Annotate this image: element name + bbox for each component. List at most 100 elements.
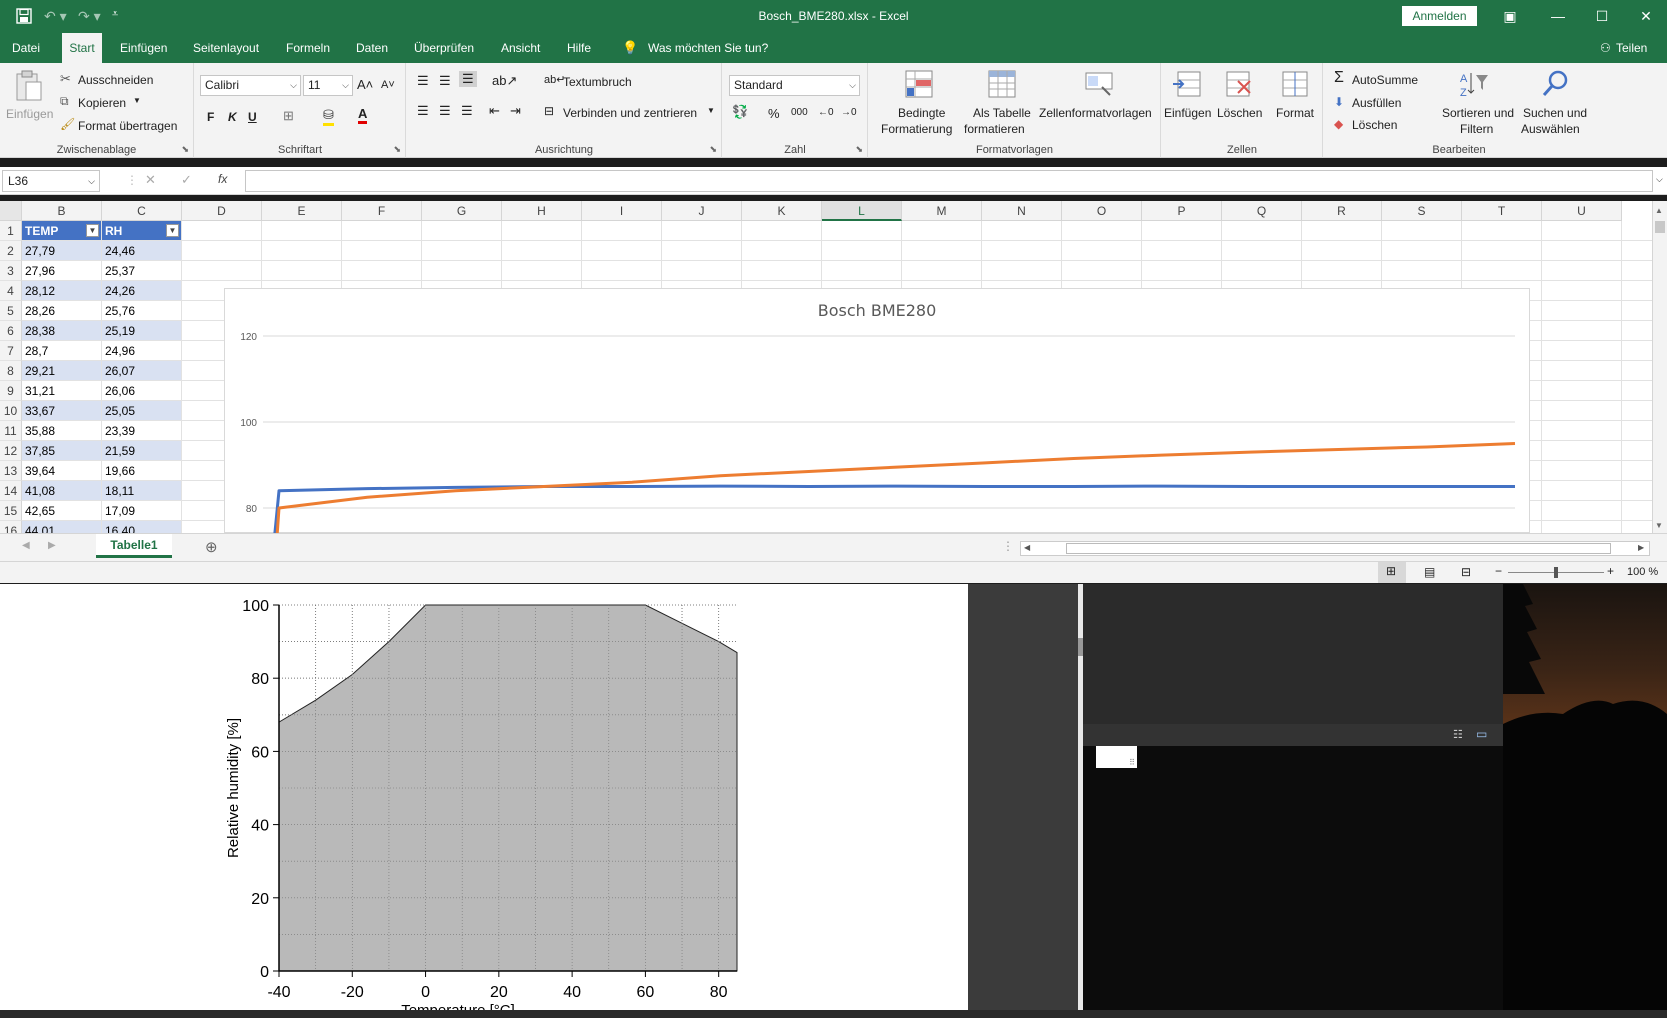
- tab-daten[interactable]: Daten: [352, 33, 392, 63]
- close-button[interactable]: ✕: [1626, 4, 1666, 28]
- wrap-text-button[interactable]: Textumbruch: [563, 75, 632, 89]
- dialog-launcher-icon[interactable]: ⬊: [709, 144, 717, 155]
- row-header[interactable]: 11: [0, 421, 22, 441]
- chevron-down-icon[interactable]: ▼: [707, 106, 715, 115]
- percent-button[interactable]: %: [768, 106, 780, 121]
- column-header-d[interactable]: D: [182, 201, 262, 221]
- formula-input[interactable]: [245, 170, 1653, 192]
- scroll-down-icon[interactable]: ▼: [1655, 521, 1663, 530]
- row-header[interactable]: 5: [0, 301, 22, 321]
- share-button[interactable]: Teilen: [1612, 33, 1651, 63]
- merge-center-button[interactable]: Verbinden und zentrieren: [563, 106, 697, 120]
- table-cell[interactable]: 23,39: [102, 421, 182, 441]
- column-header-p[interactable]: P: [1142, 201, 1222, 221]
- bold-button[interactable]: F: [207, 110, 214, 124]
- table-cell[interactable]: 25,05: [102, 401, 182, 421]
- row-header[interactable]: 10: [0, 401, 22, 421]
- table-cell[interactable]: 27,96: [22, 261, 102, 281]
- splitter-icon[interactable]: ⋮: [1002, 539, 1014, 553]
- align-right-icon[interactable]: ☰: [461, 103, 473, 119]
- maximize-button[interactable]: ☐: [1582, 4, 1622, 28]
- tell-me-search[interactable]: Was möchten Sie tun?: [644, 33, 772, 63]
- tab-einfuegen[interactable]: Einfügen: [116, 33, 171, 63]
- row-header[interactable]: 14: [0, 481, 22, 501]
- table-cell[interactable]: 26,06: [102, 381, 182, 401]
- prev-sheet-icon[interactable]: ◀: [22, 540, 30, 551]
- row-header[interactable]: 4: [0, 281, 22, 301]
- scroll-right-icon[interactable]: ▶: [1638, 543, 1644, 552]
- find-select-icon[interactable]: [1540, 69, 1572, 99]
- tab-ueberpruefen[interactable]: Überprüfen: [410, 33, 478, 63]
- zoom-out-icon[interactable]: −: [1495, 564, 1502, 578]
- vertical-scrollbar[interactable]: ▲ ▼: [1652, 201, 1667, 533]
- scroll-left-icon[interactable]: ◀: [1024, 543, 1030, 552]
- sort-filter-button[interactable]: Sortieren und: [1442, 106, 1514, 120]
- font-size-select[interactable]: 11 ⌵: [303, 75, 353, 96]
- table-cell[interactable]: 28,7: [22, 341, 102, 361]
- preview-view-icon[interactable]: ▭: [1476, 727, 1487, 741]
- row-header[interactable]: 13: [0, 461, 22, 481]
- table-cell[interactable]: 25,76: [102, 301, 182, 321]
- decrease-indent-icon[interactable]: ⇤: [489, 103, 500, 119]
- cut-button[interactable]: Ausschneiden: [78, 73, 153, 87]
- add-sheet-icon[interactable]: ⊕: [205, 538, 218, 556]
- tab-seitenlayout[interactable]: Seitenlayout: [189, 33, 263, 63]
- find-select-button[interactable]: Suchen und: [1523, 106, 1587, 120]
- autosum-button[interactable]: AutoSumme: [1352, 73, 1418, 87]
- table-cell[interactable]: 29,21: [22, 361, 102, 381]
- sign-in-button[interactable]: Anmelden: [1402, 6, 1477, 26]
- align-center-icon[interactable]: ☰: [439, 103, 451, 119]
- increase-decimal-icon[interactable]: ←0: [818, 107, 834, 118]
- fill-color-icon[interactable]: ⛁: [323, 107, 334, 126]
- enter-icon[interactable]: ✓: [181, 172, 192, 188]
- row-header[interactable]: 1: [0, 221, 22, 241]
- font-name-select[interactable]: Calibri ⌵: [200, 75, 301, 96]
- ribbon-display-options-icon[interactable]: ▣: [1490, 4, 1530, 28]
- paste-icon[interactable]: [14, 69, 46, 101]
- clear-button[interactable]: Löschen: [1352, 118, 1397, 132]
- underline-button[interactable]: U: [248, 110, 257, 124]
- table-cell[interactable]: 28,26: [22, 301, 102, 321]
- table-cell[interactable]: 39,64: [22, 461, 102, 481]
- increase-indent-icon[interactable]: ⇥: [510, 103, 521, 119]
- italic-button[interactable]: K: [228, 110, 237, 124]
- align-bottom-icon[interactable]: ☰: [459, 71, 477, 87]
- thousands-separator-button[interactable]: 000: [791, 107, 808, 118]
- column-header-h[interactable]: H: [502, 201, 582, 221]
- table-cell[interactable]: 25,37: [102, 261, 182, 281]
- column-header-g[interactable]: G: [422, 201, 502, 221]
- name-box[interactable]: L36 ⌵: [2, 170, 100, 192]
- insert-cells-icon[interactable]: [1172, 69, 1204, 99]
- row-header[interactable]: 8: [0, 361, 22, 381]
- column-header-u[interactable]: U: [1542, 201, 1622, 221]
- delete-cells-icon[interactable]: [1224, 69, 1256, 99]
- expand-formula-icon[interactable]: ⌵: [1656, 174, 1663, 185]
- row-header[interactable]: 6: [0, 321, 22, 341]
- spreadsheet-grid[interactable]: BCDEFGHIJKLMNOPQRSTU 1 2 3 4 5 6 7 8 9 10 11 12 13 14…: [0, 201, 1667, 541]
- column-header-l[interactable]: L: [822, 201, 902, 221]
- format-cells-icon[interactable]: [1280, 69, 1312, 99]
- tab-hilfe[interactable]: Hilfe: [563, 33, 595, 63]
- column-header-n[interactable]: N: [982, 201, 1062, 221]
- paste-button[interactable]: Einfügen: [6, 107, 53, 121]
- table-cell[interactable]: 19,66: [102, 461, 182, 481]
- table-cell[interactable]: 33,67: [22, 401, 102, 421]
- column-header-i[interactable]: I: [582, 201, 662, 221]
- accounting-format-icon[interactable]: 💱: [732, 104, 748, 120]
- filter-dropdown-icon[interactable]: ▼: [166, 224, 179, 237]
- table-cell[interactable]: 17,09: [102, 501, 182, 521]
- column-header-s[interactable]: S: [1382, 201, 1462, 221]
- number-format-select[interactable]: Standard ⌵: [729, 75, 860, 96]
- row-header[interactable]: 15: [0, 501, 22, 521]
- copy-button[interactable]: Kopieren: [78, 96, 126, 110]
- series-line-1[interactable]: [269, 484, 1515, 534]
- table-cell[interactable]: 26,07: [102, 361, 182, 381]
- column-header-b[interactable]: B: [22, 201, 102, 221]
- align-top-icon[interactable]: ☰: [417, 73, 429, 89]
- increase-font-size-icon[interactable]: A˄: [357, 77, 373, 92]
- chevron-down-icon[interactable]: ▼: [133, 96, 141, 105]
- row-header[interactable]: 9: [0, 381, 22, 401]
- zoom-slider-thumb[interactable]: [1554, 567, 1558, 578]
- format-as-table-icon[interactable]: [987, 69, 1019, 99]
- table-cell[interactable]: 28,38: [22, 321, 102, 341]
